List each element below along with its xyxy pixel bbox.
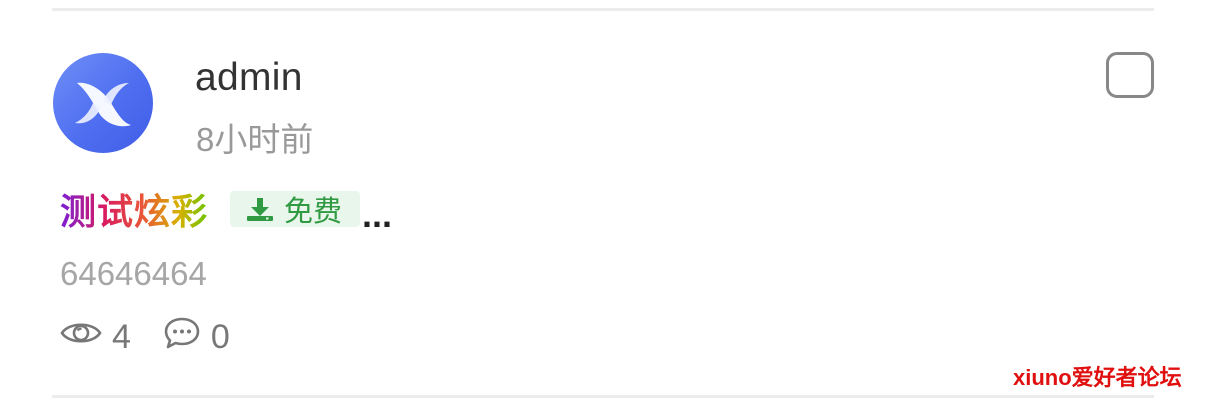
eye-icon xyxy=(60,317,102,358)
badge-label: 免费 xyxy=(284,196,343,228)
post-excerpt: 64646464 xyxy=(60,255,207,292)
post-time: 8小时前 xyxy=(196,121,314,158)
post-stats: 4 0 xyxy=(60,316,230,358)
title-ellipsis: ... xyxy=(362,194,393,235)
free-badge: 免费 xyxy=(230,191,361,228)
thread-title-row: 测试炫彩 免费 ... xyxy=(60,183,392,235)
comments-count: 0 xyxy=(210,317,230,356)
top-divider xyxy=(52,8,1154,11)
comments-stat: 0 xyxy=(163,316,230,359)
bottom-divider xyxy=(52,395,1154,398)
views-stat: 4 xyxy=(60,317,131,358)
author-name[interactable]: admin xyxy=(195,56,303,100)
select-checkbox[interactable] xyxy=(1106,52,1154,98)
x-logo-icon xyxy=(75,82,131,127)
site-watermark: xiuno爱好者论坛 xyxy=(1013,365,1182,390)
author-avatar[interactable] xyxy=(53,53,153,153)
views-count: 4 xyxy=(112,317,131,356)
download-icon xyxy=(246,196,274,222)
comment-icon xyxy=(163,316,201,359)
thread-title[interactable]: 测试炫彩 xyxy=(60,183,208,235)
